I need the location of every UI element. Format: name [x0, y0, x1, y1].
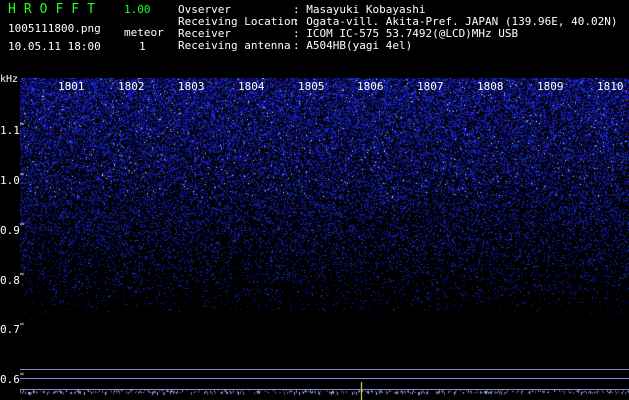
freq-tick-label: 0.6: [0, 373, 20, 386]
time-tick-label: 1801: [58, 80, 85, 93]
freq-tick-label: 0.9: [0, 224, 20, 237]
reference-line: [20, 389, 629, 390]
info-value: : A504HB(yagi 4el): [293, 39, 413, 52]
time-tick-label: 1808: [477, 80, 504, 93]
time-tick-label: 1803: [178, 80, 205, 93]
freq-tick-label: 1.1: [0, 124, 20, 137]
info-antenna: Receiving antenna: A504HB(yagi 4el): [178, 40, 412, 52]
time-tick-label: 1805: [298, 80, 325, 93]
meteor-label: meteor: [124, 26, 164, 39]
meteor-count: 1: [139, 40, 146, 53]
time-tick-label: 1810: [597, 80, 624, 93]
reference-line: [20, 369, 629, 370]
app-title: HROFFT: [8, 2, 103, 17]
time-tick-label: 1802: [118, 80, 145, 93]
freq-tick-label: 0.7: [0, 323, 20, 336]
freq-tick-label: 1.0: [0, 174, 20, 187]
axis-unit-label: kHz: [0, 74, 19, 85]
time-tick-label: 1804: [238, 80, 265, 93]
header-panel: HROFFT 1.00 1005111800.png 10.05.11 18:0…: [0, 0, 629, 78]
time-tick-label: 1807: [417, 80, 444, 93]
info-key: Receiving antenna: [178, 39, 291, 52]
time-tick-label: 1806: [357, 80, 384, 93]
reference-line: [20, 378, 629, 379]
freq-tick-label: 0.8: [0, 274, 20, 287]
file-timestamp: 10.05.11 18:00: [8, 40, 101, 53]
app-version: 1.00: [124, 3, 151, 16]
file-name: 1005111800.png: [8, 22, 101, 35]
spectrogram-canvas[interactable]: [20, 78, 629, 400]
time-tick-label: 1809: [537, 80, 564, 93]
